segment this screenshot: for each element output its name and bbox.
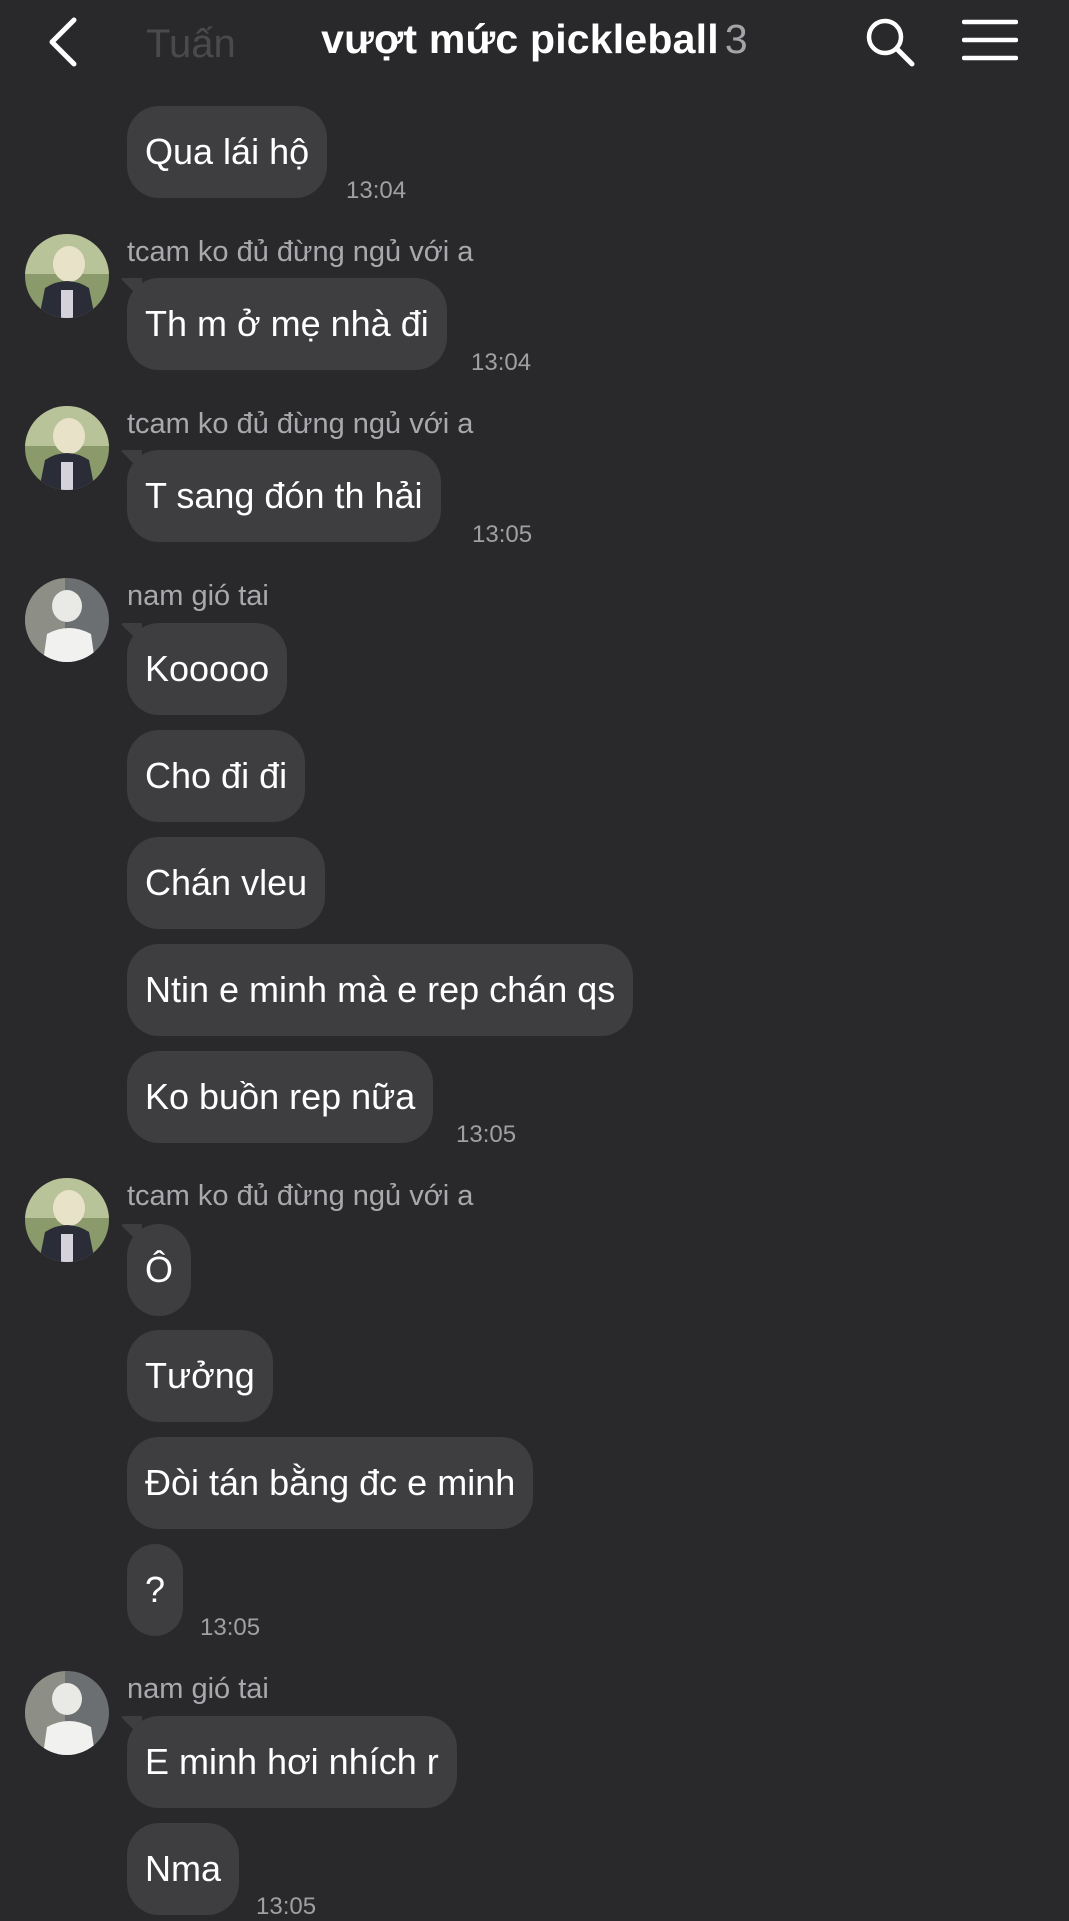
message-bubble[interactable]: Qua lái hộ xyxy=(127,106,328,198)
search-icon xyxy=(866,18,915,67)
message-bubble[interactable]: Ko buồn rep nữa xyxy=(127,1051,434,1143)
avatar[interactable] xyxy=(25,578,109,662)
search-button[interactable] xyxy=(864,16,916,68)
message-bubble[interactable]: ? xyxy=(127,1544,184,1636)
message-bubble[interactable]: Ntin e minh mà e rep chán qs xyxy=(127,944,634,1036)
message-timestamp: 13:05 xyxy=(256,1893,317,1920)
message-bubble[interactable]: Nma xyxy=(127,1823,240,1915)
sender-name: tcam ko đủ đừng ngủ với a xyxy=(127,1180,474,1212)
sender-name: tcam ko đủ đừng ngủ với a xyxy=(127,236,474,268)
message-bubble[interactable]: Cho đi đi xyxy=(127,730,306,822)
avatar[interactable] xyxy=(25,1178,109,1262)
avatar[interactable] xyxy=(25,234,109,318)
message-bubble[interactable]: Đòi tán bằng đc e minh xyxy=(127,1437,534,1529)
message-timestamp: 13:04 xyxy=(346,177,407,204)
sender-name: nam gió tai xyxy=(127,1673,269,1705)
sender-name: tcam ko đủ đừng ngủ với a xyxy=(127,408,474,440)
chat-header: Tuấn vượt mức pickleball 3 xyxy=(0,0,1069,88)
message-timestamp: 13:05 xyxy=(472,521,533,548)
hamburger-menu-icon xyxy=(961,19,1019,61)
avatar[interactable] xyxy=(25,406,109,490)
message-bubble[interactable]: Tưởng xyxy=(127,1330,273,1422)
message-timestamp: 13:05 xyxy=(456,1121,517,1148)
message-bubble[interactable]: Chán vleu xyxy=(127,837,326,929)
message-bubble[interactable]: Kooooo xyxy=(127,623,288,715)
sender-name: nam gió tai xyxy=(127,580,269,612)
message-bubble[interactable]: Ô xyxy=(127,1224,192,1316)
message-bubble[interactable]: E minh hơi nhích r xyxy=(127,1716,457,1808)
menu-button[interactable] xyxy=(961,18,1019,66)
message-timestamp: 13:04 xyxy=(471,349,532,376)
message-timestamp: 13:05 xyxy=(200,1614,261,1641)
message-bubble[interactable]: Th m ở mẹ nhà đi xyxy=(127,278,447,370)
group-name: vượt mức pickleball xyxy=(321,16,719,62)
member-count: 3 xyxy=(724,16,748,62)
message-bubble[interactable]: T sang đón th hải xyxy=(127,450,441,542)
avatar[interactable] xyxy=(25,1671,109,1755)
